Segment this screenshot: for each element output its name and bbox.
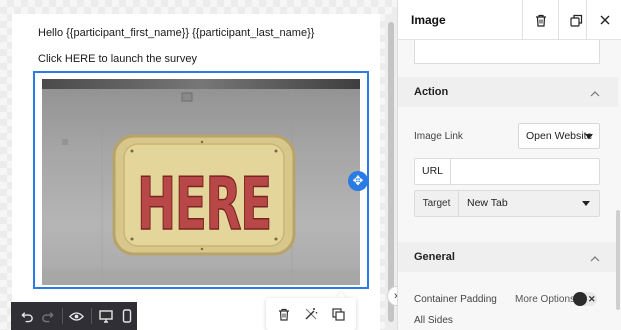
previous-field-input[interactable] [414,40,600,64]
cta-text[interactable]: Click HERE to launch the survey [38,53,197,65]
more-options-toggle[interactable]: ✕ [573,292,597,306]
section-general-header[interactable]: General [398,242,618,272]
container-padding-label: Container Padding [414,294,497,305]
sign-lettering: HERE [136,161,274,247]
section-action-title: Action [414,86,449,98]
image-link-select[interactable]: Open Website [518,123,600,149]
panel-header: Image [398,0,621,40]
move-handle-icon[interactable]: ✥ [348,171,368,191]
all-sides-label: All Sides [414,315,453,326]
panel-scrollbar-thumb[interactable] [616,210,620,310]
image-link-value: Open Website [526,130,593,142]
caret-down-icon [582,201,590,206]
here-sign-image[interactable]: HERE [42,79,360,285]
section-general-title: General [414,251,455,263]
toolbar-divider [61,308,63,324]
image-block-toolbar [266,298,356,330]
duplicate-block-icon[interactable] [327,303,349,325]
caret-down-icon [585,134,593,139]
svg-text:HERE: HERE [137,162,271,246]
preview-eye-icon[interactable] [67,305,87,327]
target-label: Target [415,191,459,216]
toggle-x-icon: ✕ [588,294,596,304]
chevron-up-icon[interactable] [590,251,600,265]
greeting-text[interactable]: Hello {{participant_first_name}} {{parti… [38,27,314,39]
target-value: New Tab [467,197,508,209]
delete-icon[interactable] [522,0,558,40]
delete-block-icon[interactable] [273,303,295,325]
editor-canvas: Hello {{participant_first_name}} {{parti… [0,0,397,330]
more-options-label: More Options [515,294,576,305]
mobile-view-icon[interactable] [117,305,137,327]
editor-bottom-toolbar [11,302,137,330]
target-select[interactable]: Target New Tab [414,190,600,217]
image-link-label: Image Link [414,131,463,142]
properties-panel: Image Action Image Link Open Website URL… [397,0,621,330]
toolbar-divider [91,308,93,324]
undo-icon[interactable] [17,305,37,327]
sign-illustration: HERE [42,89,360,285]
url-field[interactable]: URL [414,158,600,185]
redo-icon[interactable] [37,305,57,327]
url-label: URL [415,159,451,184]
selected-image-block[interactable]: HERE [33,71,369,289]
chevron-up-icon[interactable] [590,86,600,100]
email-body: Hello {{participant_first_name}} {{parti… [12,14,380,330]
close-icon[interactable] [586,0,621,40]
toggle-knob [573,292,587,306]
panel-title: Image [411,13,446,27]
desktop-view-icon[interactable] [96,305,116,327]
section-action-header[interactable]: Action [398,77,618,107]
canvas-scrollbar-thumb[interactable] [388,22,394,322]
magic-wand-icon[interactable] [300,303,322,325]
